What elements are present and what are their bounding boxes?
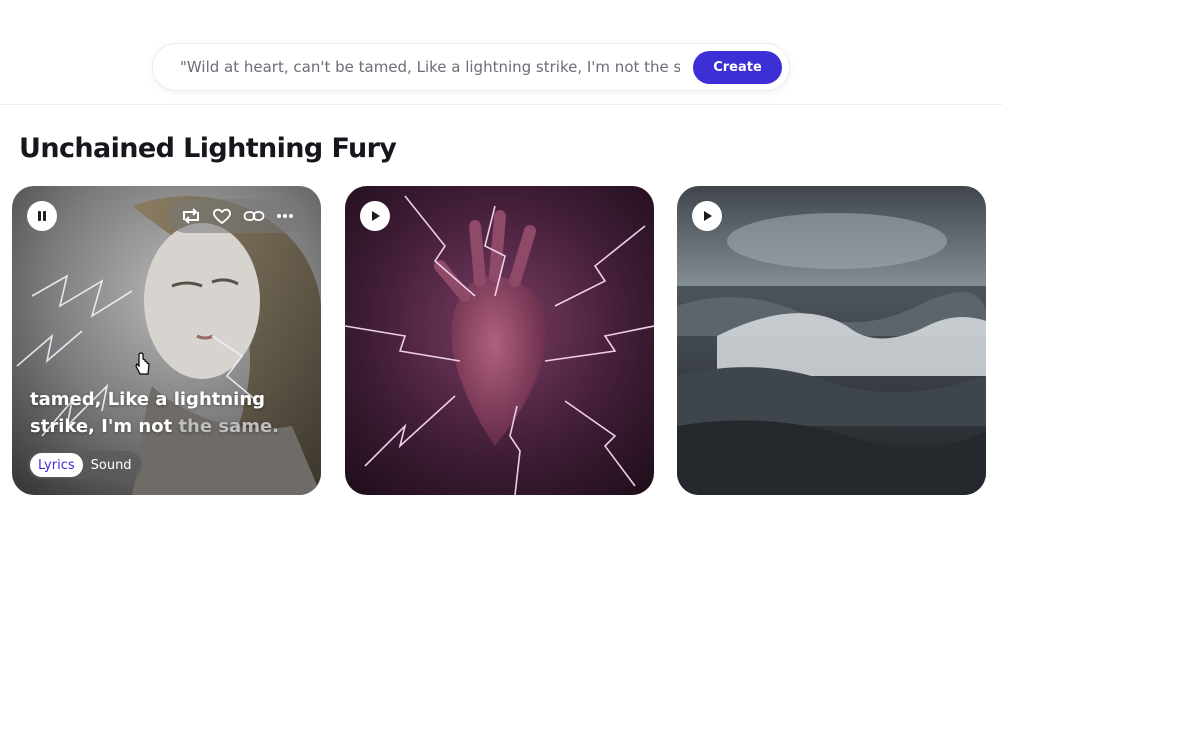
remix-button[interactable] xyxy=(179,204,203,228)
remix-icon xyxy=(182,208,199,224)
play-icon xyxy=(704,211,712,221)
lyrics-line-2-current: strike, I'm not xyxy=(30,416,179,437)
like-button[interactable] xyxy=(210,204,234,228)
cover-art-heart xyxy=(345,186,654,495)
lyrics-display: tamed, Like a lightning strike, I'm not … xyxy=(30,386,300,440)
prompt-bar: "Wild at heart, can't be tamed, Like a l… xyxy=(152,43,790,91)
page: "Wild at heart, can't be tamed, Like a l… xyxy=(0,0,1200,750)
hand-cursor-icon xyxy=(135,352,150,375)
song-card-2[interactable] xyxy=(345,186,654,495)
link-icon xyxy=(243,211,265,221)
lyrics-line-2: strike, I'm not the same. xyxy=(30,413,300,440)
play-icon xyxy=(372,211,380,221)
section-title: Unchained Lightning Fury xyxy=(19,133,397,164)
more-icon xyxy=(277,214,294,218)
lyrics-sound-toggle: Lyrics Sound xyxy=(28,451,142,479)
sound-tab[interactable]: Sound xyxy=(83,453,140,477)
more-button[interactable] xyxy=(273,204,297,228)
copy-link-button[interactable] xyxy=(242,204,266,228)
create-button[interactable]: Create xyxy=(693,51,782,84)
prompt-input[interactable]: "Wild at heart, can't be tamed, Like a l… xyxy=(180,58,680,76)
play-button[interactable] xyxy=(692,201,722,231)
heart-icon xyxy=(213,208,232,225)
play-button[interactable] xyxy=(360,201,390,231)
pause-icon xyxy=(38,211,46,221)
song-card-1[interactable]: tamed, Like a lightning strike, I'm not … xyxy=(12,186,321,495)
pause-button[interactable] xyxy=(27,201,57,231)
lyrics-tab[interactable]: Lyrics xyxy=(30,453,83,477)
lyrics-line-1: tamed, Like a lightning xyxy=(30,389,266,410)
song-card-3[interactable] xyxy=(677,186,986,495)
cover-art-storm-sea xyxy=(677,186,986,495)
lyrics-line-2-upcoming: the same. xyxy=(178,416,280,437)
header-divider xyxy=(0,104,1002,105)
card-action-bar xyxy=(169,199,307,233)
